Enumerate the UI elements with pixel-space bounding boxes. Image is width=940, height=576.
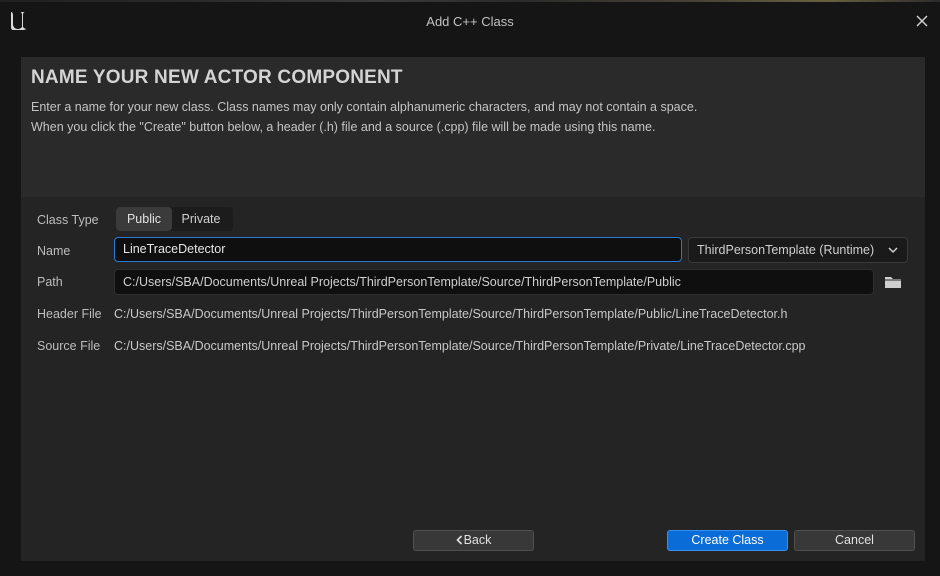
class-name-input[interactable]: LineTraceDetector <box>114 237 682 262</box>
path-input[interactable]: C:/Users/SBA/Documents/Unreal Projects/T… <box>114 269 874 295</box>
source-file-path: C:/Users/SBA/Documents/Unreal Projects/T… <box>114 339 806 353</box>
chevron-down-icon <box>888 247 898 254</box>
window-title: Add C++ Class <box>426 14 514 29</box>
description-line-2: When you click the "Create" button below… <box>31 120 656 134</box>
module-dropdown-value: ThirdPersonTemplate (Runtime) <box>697 243 875 257</box>
source-file-label: Source File <box>37 339 101 353</box>
title-bar: Add C++ Class <box>0 0 940 44</box>
class-type-toggle: Public Private <box>116 207 233 231</box>
chevron-left-icon <box>455 535 462 545</box>
background-strip <box>0 0 940 2</box>
module-dropdown[interactable]: ThirdPersonTemplate (Runtime) <box>688 237 908 263</box>
create-class-button[interactable]: Create Class <box>667 530 788 551</box>
header-file-label: Header File <box>37 307 102 321</box>
back-button-label: Back <box>463 533 492 547</box>
class-type-label: Class Type <box>37 213 99 227</box>
header-section: NAME YOUR NEW ACTOR COMPONENT Enter a na… <box>21 57 925 197</box>
description-line-1: Enter a name for your new class. Class n… <box>31 100 698 114</box>
close-icon[interactable] <box>914 13 930 29</box>
cancel-button[interactable]: Cancel <box>794 530 915 551</box>
path-label: Path <box>37 275 63 289</box>
name-label: Name <box>37 244 71 258</box>
back-button[interactable]: Back <box>413 530 534 551</box>
dialog-panel: NAME YOUR NEW ACTOR COMPONENT Enter a na… <box>21 57 925 561</box>
folder-icon[interactable] <box>883 274 903 290</box>
class-type-public-option[interactable]: Public <box>116 207 172 231</box>
header-file-path: C:/Users/SBA/Documents/Unreal Projects/T… <box>114 307 788 321</box>
page-title: NAME YOUR NEW ACTOR COMPONENT <box>31 67 403 88</box>
class-type-private-option[interactable]: Private <box>172 207 230 231</box>
